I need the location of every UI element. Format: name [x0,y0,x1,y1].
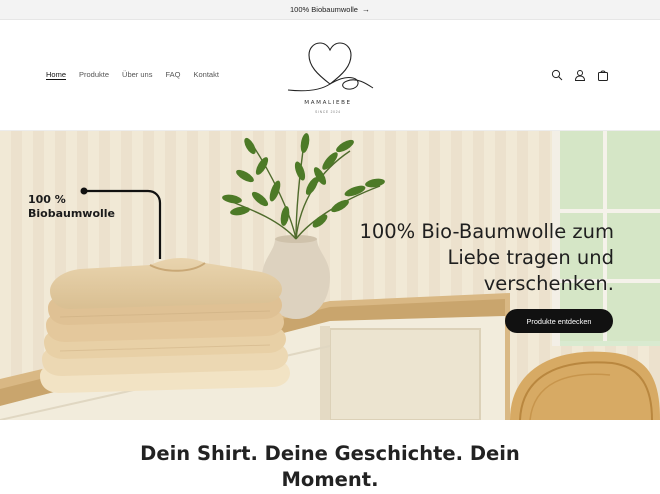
brand-name: MAMALIEBE [304,100,352,106]
nav-item-ueber-uns[interactable]: Über uns [122,70,152,79]
nav-item-kontakt[interactable]: Kontakt [194,70,219,79]
brand-logo[interactable]: MAMALIEBE SINCE 2024 [287,40,375,118]
brand-since: SINCE 2024 [315,110,341,114]
arrow-right-icon: → [361,5,370,14]
section-tagline: Dein Shirt. Deine Geschichte. Dein Momen… [140,442,520,491]
nav-item-produkte[interactable]: Produkte [79,70,109,79]
discover-products-button[interactable]: Produkte entdecken [505,309,613,333]
announcement-link[interactable]: 100% Biobaumwolle → [290,5,370,14]
hero-badge: 100 % Biobaumwolle [28,193,115,221]
badge-line-1: 100 % [28,193,66,206]
nav-item-home[interactable]: Home [46,70,66,79]
main-nav: Home Produkte Über uns FAQ Kontakt [46,70,219,79]
cart-icon[interactable] [597,68,609,81]
announcement-text: 100% Biobaumwolle [290,5,358,14]
hero-title: 100% Bio-Baumwolle zum Liebe tragen und … [359,220,614,295]
search-icon[interactable] [551,68,563,81]
site-header: Home Produkte Über uns FAQ Kontakt MAMAL… [0,20,660,131]
badge-line-2: Biobaumwolle [28,207,116,220]
heart-logo-icon [287,42,374,92]
announcement-bar: 100% Biobaumwolle → [0,0,660,20]
hero-banner: 100 % Biobaumwolle 100% Bio-Baumwolle zu… [0,131,660,420]
nav-item-faq[interactable]: FAQ [165,70,180,79]
account-icon[interactable] [574,68,586,81]
header-icons [551,68,609,81]
